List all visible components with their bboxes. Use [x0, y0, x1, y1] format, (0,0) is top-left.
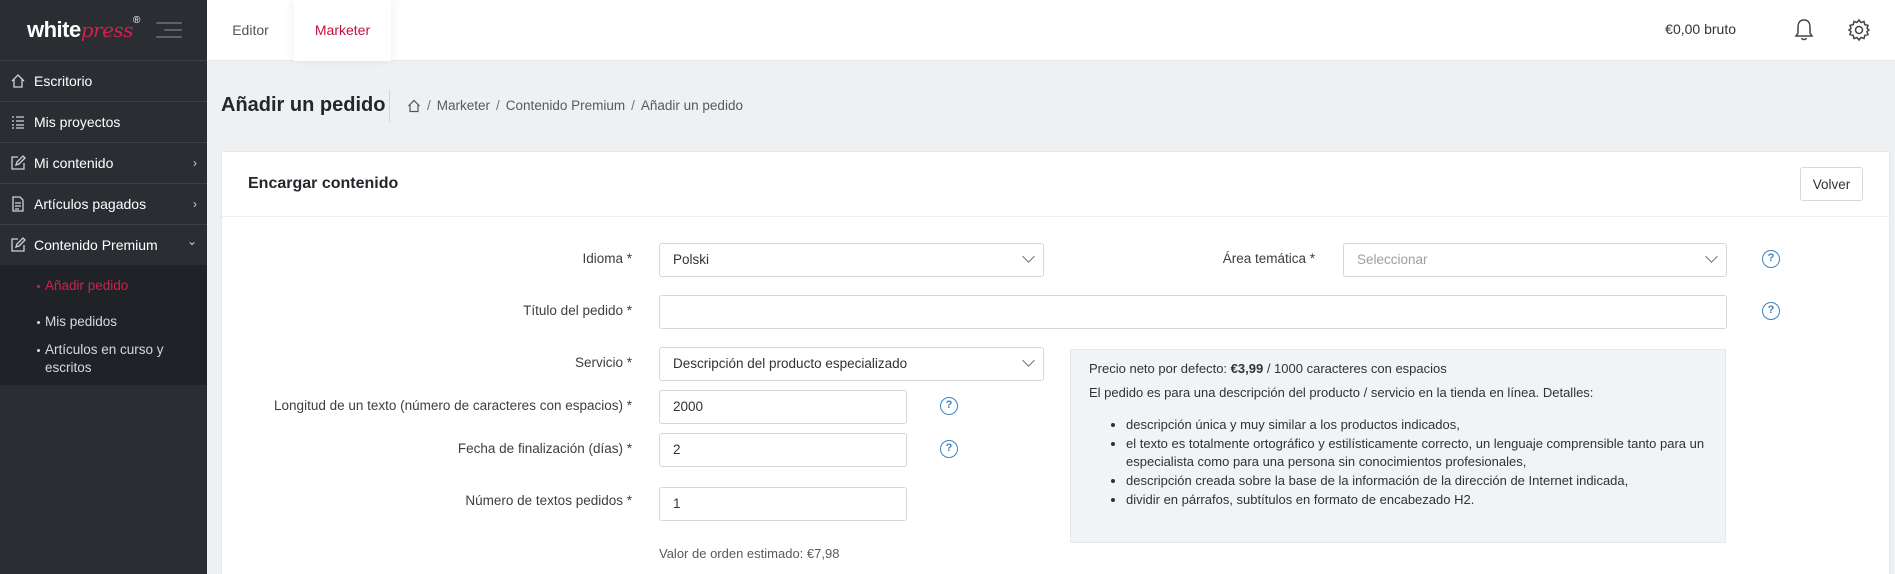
titulo-input[interactable]: [659, 295, 1727, 329]
home-icon: [11, 74, 25, 88]
estimate-amount: €7,98: [806, 546, 840, 561]
breadcrumb: / Marketer / Contenido Premium / Añadir …: [407, 98, 743, 113]
titulo-label: Título del pedido *: [523, 303, 632, 318]
whitepress-logo[interactable]: whitepress®: [27, 15, 140, 43]
service-info-box: Precio neto por defecto: €3,99 / 1000 ca…: [1070, 349, 1726, 543]
breadcrumb-contenido-premium[interactable]: Contenido Premium: [506, 98, 625, 113]
sidebar-item-mi-contenido[interactable]: Mi contenido ›: [0, 142, 207, 183]
longitud-input[interactable]: 2000: [659, 390, 907, 424]
submenu-item-anadir-pedido[interactable]: Añadir pedido: [0, 277, 207, 295]
home-icon[interactable]: [407, 99, 421, 113]
sidebar-item-contenido-premium[interactable]: Contenido Premium ⌄: [0, 224, 207, 265]
breadcrumb-current: Añadir un pedido: [640, 98, 743, 113]
chevron-down-icon: [1705, 250, 1718, 263]
idioma-label: Idioma *: [582, 251, 632, 266]
numero-label: Número de textos pedidos *: [465, 493, 632, 508]
page-title: Añadir un pedido: [221, 94, 386, 116]
servicio-select[interactable]: Descripción del producto especializado: [659, 347, 1044, 381]
estimated-order-value: Valor de orden estimado: €7,98: [659, 546, 840, 561]
logo-area: whitepress®: [0, 0, 207, 60]
chevron-right-icon: ›: [193, 197, 197, 211]
sidebar-item-articulos-pagados[interactable]: Artículos pagados ›: [0, 183, 207, 224]
submenu-contenido-premium: Añadir pedido Mis pedidos Artículos en c…: [0, 265, 207, 385]
gear-icon[interactable]: [1847, 18, 1871, 42]
card-header: Encargar contenido Volver: [222, 152, 1889, 217]
list-item: descripción única y muy similar a los pr…: [1126, 416, 1707, 434]
area-tematica-select[interactable]: Seleccionar: [1343, 243, 1727, 277]
sidebar: whitepress® Escritorio Mis proyectos Mi …: [0, 0, 207, 574]
bell-icon[interactable]: [1793, 18, 1815, 42]
title-divider: [389, 90, 390, 122]
tab-editor[interactable]: Editor: [207, 0, 294, 61]
sidebar-item-label: Contenido Premium: [34, 237, 158, 253]
numero-input[interactable]: 1: [659, 487, 907, 521]
default-price: Precio neto por defecto: €3,99 / 1000 ca…: [1089, 361, 1447, 376]
back-button[interactable]: Volver: [1800, 167, 1863, 201]
submenu-item-articulos-en-curso[interactable]: Artículos en curso y escritos: [0, 341, 170, 377]
document-icon: [12, 196, 24, 212]
submenu-item-mis-pedidos[interactable]: Mis pedidos: [0, 313, 207, 331]
sidebar-item-label: Artículos pagados: [34, 196, 147, 212]
fecha-label: Fecha de finalización (días) *: [457, 441, 632, 456]
chevron-right-icon: ›: [193, 156, 197, 170]
edit-icon: [11, 237, 26, 252]
chevron-down-icon: [1022, 354, 1035, 367]
servicio-label: Servicio *: [574, 355, 632, 370]
help-icon[interactable]: ?: [1762, 302, 1780, 320]
chevron-down-icon: ⌄: [186, 234, 197, 248]
fecha-input[interactable]: 2: [659, 433, 907, 467]
sidebar-item-label: Mis proyectos: [34, 114, 121, 130]
help-icon[interactable]: ?: [1762, 250, 1780, 268]
service-description: El pedido es para una descripción del pr…: [1089, 385, 1594, 400]
sidebar-item-label: Escritorio: [34, 73, 93, 89]
list-item: el texto es totalmente ortográfico y est…: [1126, 435, 1707, 471]
help-icon[interactable]: ?: [940, 397, 958, 415]
menu-toggle-icon[interactable]: [156, 22, 182, 38]
tab-marketer[interactable]: Marketer: [294, 0, 391, 61]
sidebar-item-escritorio[interactable]: Escritorio: [0, 60, 207, 101]
sidebar-item-mis-proyectos[interactable]: Mis proyectos: [0, 101, 207, 142]
list-item: descripción creada sobre la base de la i…: [1126, 472, 1707, 490]
price-value: €3,99: [1230, 361, 1264, 376]
details-list: descripción única y muy similar a los pr…: [1089, 416, 1707, 509]
top-bar: Editor Marketer €0,00 bruto: [207, 0, 1895, 61]
order-card: Encargar contenido Volver Idioma * Polsk…: [221, 151, 1890, 574]
card-title: Encargar contenido: [248, 175, 399, 192]
longitud-label: Longitud de un texto (número de caracter…: [274, 398, 632, 413]
area-tematica-label: Área temática *: [1222, 251, 1315, 266]
edit-icon: [11, 155, 26, 170]
help-icon[interactable]: ?: [940, 440, 958, 458]
account-balance[interactable]: €0,00 bruto: [1665, 21, 1736, 37]
list-icon: [12, 116, 24, 129]
list-item: dividir en párrafos, subtítulos en forma…: [1126, 491, 1707, 509]
sidebar-item-label: Mi contenido: [34, 155, 114, 171]
breadcrumb-marketer[interactable]: Marketer: [437, 98, 490, 113]
idioma-select[interactable]: Polski: [659, 243, 1044, 277]
